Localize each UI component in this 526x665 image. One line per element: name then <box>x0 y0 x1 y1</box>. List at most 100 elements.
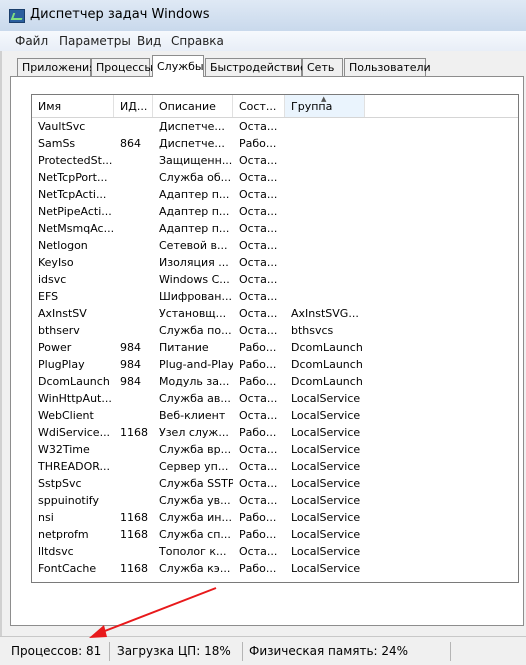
cell-name: FontCache <box>38 562 97 575</box>
table-row[interactable]: WinHttpAut... Служба ав... Оста... LocalSer… <box>32 390 518 407</box>
column-header-status[interactable]: Сост... <box>233 95 285 117</box>
table-row[interactable]: nsi 1168 Служба ин... Рабо... LocalService <box>32 509 518 526</box>
cell-status: Рабо... <box>239 562 277 575</box>
menu-view[interactable]: Вид <box>137 34 161 48</box>
tab-network[interactable]: Сеть <box>302 58 343 76</box>
cell-description: Питание <box>159 341 209 354</box>
cell-description: Адаптер п... <box>159 188 230 201</box>
column-header-description[interactable]: Описание <box>153 95 233 117</box>
cell-pid <box>114 441 153 458</box>
table-row[interactable]: VaultSvc Диспетче... Оста... <box>32 118 518 135</box>
cell-group <box>285 186 365 203</box>
table-row[interactable]: idsvc Windows C... Оста... <box>32 271 518 288</box>
cell-status: Рабо... <box>239 426 277 439</box>
cell-status: Рабо... <box>239 511 277 524</box>
table-row[interactable]: ProtectedSt... Защищенн... Оста... <box>32 152 518 169</box>
table-row[interactable]: Power 984 Питание Рабо... DcomLaunch <box>32 339 518 356</box>
cell-group: LocalService <box>291 460 361 473</box>
column-header-pid[interactable]: ИД... <box>114 95 153 117</box>
cell-pid: 984 <box>120 375 141 388</box>
cell-group: LocalService <box>291 545 361 558</box>
table-row[interactable]: SstpSvc Служба SSTP Оста... LocalService <box>32 475 518 492</box>
cell-pid: 1168 <box>120 426 148 439</box>
tab-performance[interactable]: Быстродействие <box>205 58 307 76</box>
table-row[interactable]: NetTcpPort... Служба об... Оста... <box>32 169 518 186</box>
cell-name: nsi <box>38 511 54 524</box>
cell-group: LocalService <box>291 494 361 507</box>
table-row[interactable]: sppuinotify Служба ув... Оста... LocalServi… <box>32 492 518 509</box>
cell-status: Рабо... <box>239 137 277 150</box>
column-header-name[interactable]: Имя <box>32 95 114 117</box>
menu-help[interactable]: Справка <box>171 34 224 48</box>
cell-status: Рабо... <box>239 341 277 354</box>
table-row[interactable]: THREADOR... Сервер уп... Оста... LocalServi… <box>32 458 518 475</box>
cell-description: Изоляция ... <box>159 256 229 269</box>
table-row[interactable]: SamSs 864 Диспетче... Рабо... <box>32 135 518 152</box>
table-row[interactable]: bthserv Служба по... Оста... bthsvcs <box>32 322 518 339</box>
cell-pid <box>114 203 153 220</box>
cell-status: Оста... <box>239 307 278 320</box>
table-row[interactable]: PlugPlay 984 Plug-and-Play Рабо... DcomLaunc… <box>32 356 518 373</box>
menu-file[interactable]: Файл <box>15 34 48 48</box>
cell-pid <box>114 186 153 203</box>
cell-name: THREADOR... <box>38 460 110 473</box>
cell-group: LocalService <box>291 511 361 524</box>
cell-pid <box>114 322 153 339</box>
cell-status: Оста... <box>239 324 278 337</box>
table-row[interactable]: EFS Шифрован... Оста... <box>32 288 518 305</box>
cell-name: NetTcpActi... <box>38 188 107 201</box>
list-header: Имя ИД... Описание Сост... ▲ Группа <box>32 95 518 118</box>
title-bar[interactable]: Диспетчер задач Windows <box>0 0 526 32</box>
services-list[interactable]: Имя ИД... Описание Сост... ▲ Группа Vaul… <box>31 94 519 583</box>
cell-pid: 984 <box>120 341 141 354</box>
cell-pid <box>114 254 153 271</box>
table-row[interactable]: W32Time Служба вр... Оста... LocalService <box>32 441 518 458</box>
cell-description: Адаптер п... <box>159 222 230 235</box>
table-row[interactable]: netprofm 1168 Служба сп... Рабо... LocalServ… <box>32 526 518 543</box>
table-row[interactable]: NetTcpActi... Адаптер п... Оста... <box>32 186 518 203</box>
cell-group <box>285 288 365 305</box>
tab-users[interactable]: Пользователи <box>344 58 431 76</box>
cell-status: Оста... <box>239 256 278 269</box>
cell-status: Оста... <box>239 120 278 133</box>
cell-group: DcomLaunch <box>291 358 363 371</box>
cell-name: WebClient <box>38 409 94 422</box>
table-row[interactable]: FontCache 1168 Служба кэ... Рабо... LocalSer… <box>32 560 518 577</box>
window-edge <box>0 51 2 636</box>
cell-name: AxInstSV <box>38 307 87 320</box>
table-row[interactable]: KeyIso Изоляция ... Оста... <box>32 254 518 271</box>
cell-name: W32Time <box>38 443 90 456</box>
cell-name: VaultSvc <box>38 120 86 133</box>
cell-name: DcomLaunch <box>38 375 110 388</box>
window-title: Диспетчер задач Windows <box>30 7 210 22</box>
cell-group: bthsvcs <box>291 324 334 337</box>
cell-name: NetPipeActi... <box>38 205 112 218</box>
column-header-group[interactable]: ▲ Группа <box>285 95 365 117</box>
table-row[interactable]: AxInstSV Установщ... Оста... AxInstSVG... <box>32 305 518 322</box>
table-row[interactable]: DcomLaunch 984 Модуль за... Рабо... DcomLaun… <box>32 373 518 390</box>
tab-processes[interactable]: Процессы <box>91 58 153 76</box>
menu-options[interactable]: Параметры <box>59 34 131 48</box>
table-row[interactable]: WdiService... 1168 Узел служ... Рабо... Loca… <box>32 424 518 441</box>
table-row[interactable]: Netlogon Сетевой в... Оста... <box>32 237 518 254</box>
table-row[interactable]: WebClient Веб-клиент Оста... LocalService <box>32 407 518 424</box>
cell-description: Служба SSTP <box>159 477 233 490</box>
tab-services[interactable]: Службы <box>152 55 204 77</box>
cell-group: DcomLaunch <box>291 341 363 354</box>
cell-status: Рабо... <box>239 375 277 388</box>
cell-status: Оста... <box>239 239 278 252</box>
tab-applications[interactable]: Приложения <box>17 58 96 76</box>
cell-group: LocalService <box>291 426 361 439</box>
cell-pid: 1168 <box>120 511 148 524</box>
cell-group <box>285 237 365 254</box>
cell-description: Служба об... <box>159 171 232 184</box>
cell-group <box>285 254 365 271</box>
table-row[interactable]: NetMsmqAc... Адаптер п... Оста... <box>32 220 518 237</box>
cell-group <box>285 152 365 169</box>
sort-ascending-icon: ▲ <box>321 95 327 103</box>
table-row[interactable]: lltdsvc Тополог к... Оста... LocalService <box>32 543 518 560</box>
cell-group: DcomLaunch <box>291 375 363 388</box>
table-row[interactable]: NetPipeActi... Адаптер п... Оста... <box>32 203 518 220</box>
cell-name: NetMsmqAc... <box>38 222 114 235</box>
cell-status: Оста... <box>239 188 278 201</box>
